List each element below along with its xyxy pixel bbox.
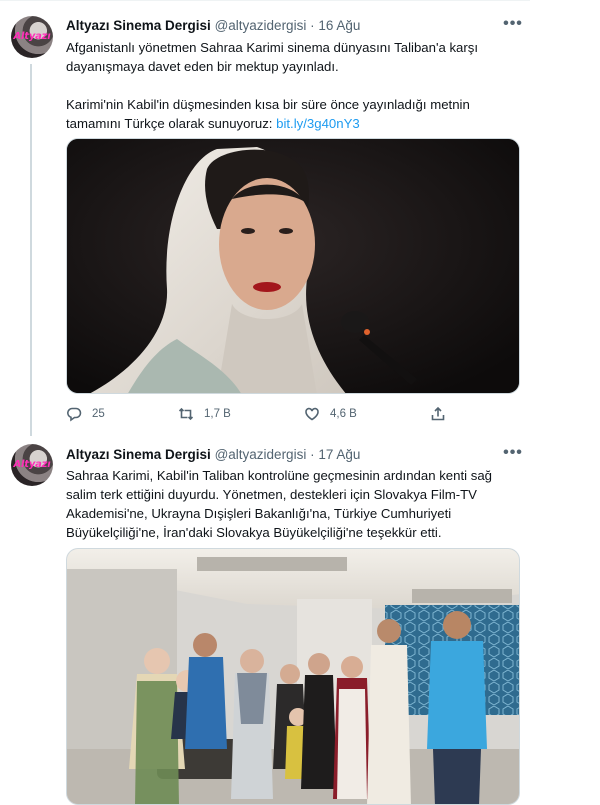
tweet-header: Altyazı Sinema Dergisi @altyazidergisi ·… [66, 17, 360, 35]
author-handle[interactable]: @altyazidergisi [215, 18, 307, 33]
tweet-text-line: dayanışmaya davet eden bir mektup yayınl… [66, 59, 339, 74]
more-options-icon[interactable]: ••• [502, 445, 524, 462]
retweet-count: 1,7 B [204, 408, 231, 420]
like-button[interactable]: 4,6 B [304, 404, 357, 424]
group-photo [67, 549, 519, 804]
retweet-icon [178, 407, 194, 421]
reply-count: 25 [92, 408, 105, 420]
tweet-text-line: Akademisi'ne, Ukrayna Dışişleri Bakanlığ… [66, 506, 452, 521]
portrait-photo [67, 139, 519, 393]
tweet-date[interactable]: 16 Ağu [318, 18, 360, 33]
reply-button[interactable]: 25 [66, 404, 105, 424]
tweet-date[interactable]: 17 Ağu [318, 447, 360, 462]
tweet-text-line: Sahraa Karimi, Kabil'in Taliban kontrolü… [66, 468, 492, 483]
tweet-image[interactable] [66, 138, 520, 394]
tweet-text-line: Büyükelçiliği'ne, İran'daki Slovakya Büy… [66, 525, 442, 540]
heart-icon [305, 407, 319, 421]
share-icon [431, 406, 445, 421]
header-separator: · [310, 18, 315, 33]
tweet-actions: 25 1,7 B 4,6 B [66, 404, 486, 424]
tweet-text-line: Karimi'nin Kabil'in düşmesinden kısa bir… [66, 97, 470, 112]
avatar-logo-text: Altyazı [13, 459, 51, 470]
avatar[interactable]: Altyazı [11, 16, 53, 58]
more-options-icon[interactable]: ••• [502, 16, 524, 33]
like-count: 4,6 B [330, 408, 357, 420]
tweet-image[interactable] [66, 548, 520, 805]
author-name[interactable]: Altyazı Sinema Dergisi [66, 447, 211, 462]
tweet-text-segment: tamamını Türkçe olarak sunuyoruz: [66, 116, 273, 131]
avatar-logo-text: Altyazı [13, 31, 51, 42]
reply-icon [67, 407, 82, 422]
share-button[interactable] [430, 404, 456, 424]
author-handle[interactable]: @altyazidergisi [215, 447, 307, 462]
author-name[interactable]: Altyazı Sinema Dergisi [66, 18, 211, 33]
tweet-1[interactable]: Altyazı Altyazı Sinema Dergisi @altyazid… [0, 0, 530, 432]
tweet-text: Afganistanlı yönetmen Sahraa Karimi sine… [66, 38, 518, 133]
tweet-text-line: salim terk ettiğini duyurdu. Yönetmen, d… [66, 487, 477, 502]
tweet-2[interactable]: Altyazı Altyazı Sinema Dergisi @altyazid… [0, 432, 530, 805]
tweet-link[interactable]: bit.ly/3g40nY3 [276, 116, 360, 131]
tweet-text-line: tamamını Türkçe olarak sunuyoruz: bit.ly… [66, 114, 518, 133]
avatar[interactable]: Altyazı [11, 444, 53, 486]
tweet-text-line: Afganistanlı yönetmen Sahraa Karimi sine… [66, 40, 479, 55]
tweet-header: Altyazı Sinema Dergisi @altyazidergisi ·… [66, 446, 360, 464]
tweet-text: Sahraa Karimi, Kabil'in Taliban kontrolü… [66, 466, 518, 542]
retweet-button[interactable]: 1,7 B [178, 404, 231, 424]
header-separator: · [310, 447, 315, 462]
